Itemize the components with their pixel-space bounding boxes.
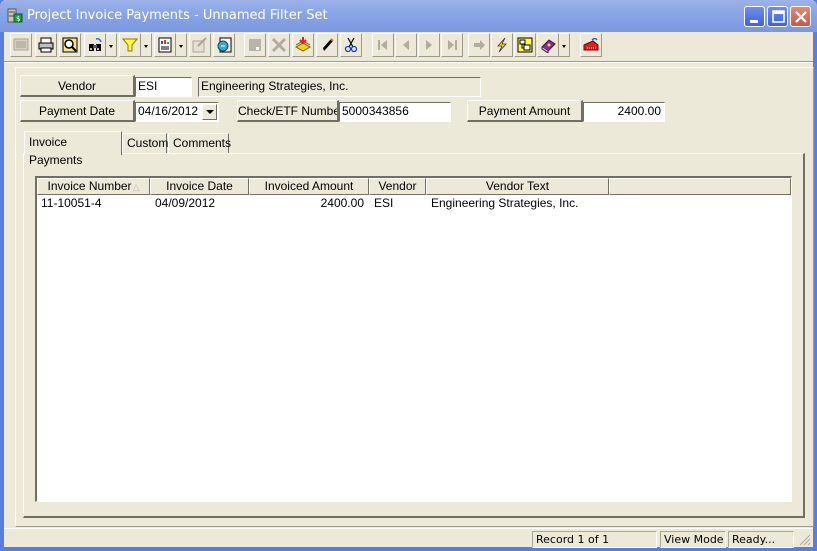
close-button[interactable] [790, 6, 811, 27]
status-mode: View Mode [660, 531, 726, 548]
next-record-button[interactable] [418, 33, 440, 57]
funnel-icon [122, 38, 138, 52]
minimize-button[interactable] [744, 6, 765, 27]
tab-custom[interactable]: Custom [122, 133, 168, 154]
vendor-code-field[interactable]: ESI [135, 77, 192, 97]
cell-invoice-date: 04/09/2012 [155, 196, 216, 210]
payment-date-field[interactable]: 04/16/2012 [135, 102, 219, 122]
column-header-invoiced-amount[interactable]: Invoiced Amount [249, 178, 369, 195]
chevron-down-icon[interactable] [202, 104, 217, 120]
print-preview-icon [62, 37, 78, 53]
printer-icon [38, 37, 54, 53]
cell-vendor-text: Engineering Strategies, Inc. [431, 196, 579, 210]
scissors-icon [344, 37, 358, 53]
resize-grip-icon[interactable] [799, 534, 811, 546]
column-header-vendor[interactable]: Vendor [369, 178, 426, 195]
cell-blank [614, 196, 789, 211]
delete-icon [271, 37, 287, 53]
properties-icon [192, 37, 207, 53]
workflow-icon [517, 37, 533, 53]
filter-dropdown-button[interactable] [141, 33, 152, 57]
import-button[interactable] [292, 33, 314, 57]
quick-action-button[interactable] [491, 33, 513, 57]
svg-text:$: $ [16, 15, 20, 23]
new-record-icon [13, 38, 29, 51]
cell-vendor: ESI [374, 196, 394, 210]
first-record-icon [378, 40, 387, 50]
tab-comments[interactable]: Comments [168, 133, 231, 154]
payment-date-value: 04/16/2012 [138, 104, 199, 118]
toolbar [4, 32, 813, 60]
report-button[interactable] [154, 33, 176, 57]
cell-invoiced-amount: 2400.00 [320, 196, 364, 210]
payment-amount-field[interactable]: 2400.00 [583, 102, 665, 122]
first-record-button[interactable] [372, 33, 394, 57]
status-bar: Record 1 of 1 View Mode Ready... [4, 528, 813, 548]
previous-record-button[interactable] [395, 33, 417, 57]
print-preview-button[interactable] [59, 33, 81, 57]
print-button[interactable] [35, 33, 57, 57]
app-window: $ Project Invoice Payments - Unnamed Fil… [0, 0, 817, 551]
find-button[interactable] [84, 33, 106, 57]
filter-button[interactable] [119, 33, 141, 57]
title-bar[interactable]: $ Project Invoice Payments - Unnamed Fil… [0, 0, 817, 32]
project-invoice-icon: $ [7, 8, 23, 23]
last-record-button[interactable] [441, 33, 463, 57]
column-header-invoice-date[interactable]: Invoice Date [150, 178, 249, 195]
status-state: Ready... [728, 531, 794, 548]
next-record-icon [426, 40, 432, 50]
find-dropdown-button[interactable] [106, 33, 117, 57]
go-to-button[interactable] [468, 33, 490, 57]
workflow-button[interactable] [514, 33, 536, 57]
exit-icon [583, 37, 599, 51]
new-record-button[interactable] [10, 33, 32, 57]
table-row[interactable]: 11-10051-4 04/09/2012 2400.00 ESI Engine… [37, 196, 791, 211]
delete-button[interactable] [268, 33, 290, 57]
cell-invoice-number: 11-10051-4 [41, 196, 102, 210]
column-header-vendor-text[interactable]: Vendor Text [426, 178, 609, 195]
help-button[interactable] [537, 33, 559, 57]
arrow-right-icon [474, 40, 485, 50]
tab-invoice-payments[interactable]: Invoice Payments [24, 131, 122, 167]
help-book-icon [541, 39, 556, 53]
maximize-icon [772, 10, 785, 23]
check-number-field[interactable]: 5000343856 [339, 102, 451, 122]
minimize-icon [750, 20, 758, 23]
report-icon [158, 37, 172, 53]
cut-button[interactable] [340, 33, 362, 57]
maximize-button[interactable] [767, 6, 788, 27]
export-icon [217, 37, 232, 53]
window-title: Project Invoice Payments - Unnamed Filte… [27, 8, 328, 23]
import-stack-icon [295, 37, 311, 52]
grid-header: Invoice Number△ Invoice Date Invoiced Am… [37, 178, 791, 195]
help-dropdown-button[interactable] [559, 33, 570, 57]
lightning-icon [497, 37, 507, 53]
save-button[interactable] [244, 33, 266, 57]
edit-button[interactable] [316, 33, 338, 57]
report-dropdown-button[interactable] [176, 33, 187, 57]
payment-amount-button[interactable]: Payment Amount [467, 100, 583, 122]
vendor-name-field: Engineering Strategies, Inc. [198, 77, 481, 97]
toolbar-divider [4, 61, 813, 63]
edit-properties-button[interactable] [189, 33, 211, 57]
exit-button[interactable] [580, 33, 602, 57]
vendor-button[interactable]: Vendor [20, 75, 135, 97]
payment-date-button[interactable]: Payment Date [20, 100, 135, 122]
check-number-button[interactable]: Check/ETF Number [237, 100, 339, 122]
close-icon [795, 11, 807, 23]
last-record-icon [448, 40, 457, 50]
column-header-blank[interactable] [609, 178, 791, 195]
column-header-invoice-number[interactable]: Invoice Number△ [37, 178, 150, 195]
previous-record-icon [403, 40, 409, 50]
invoice-grid[interactable]: Invoice Number△ Invoice Date Invoiced Am… [35, 176, 792, 502]
save-icon [249, 39, 261, 51]
pencil-icon [323, 38, 334, 51]
export-button[interactable] [213, 33, 235, 57]
status-record: Record 1 of 1 [532, 531, 657, 548]
binoculars-icon [89, 38, 102, 51]
sort-ascending-icon: △ [132, 182, 140, 192]
